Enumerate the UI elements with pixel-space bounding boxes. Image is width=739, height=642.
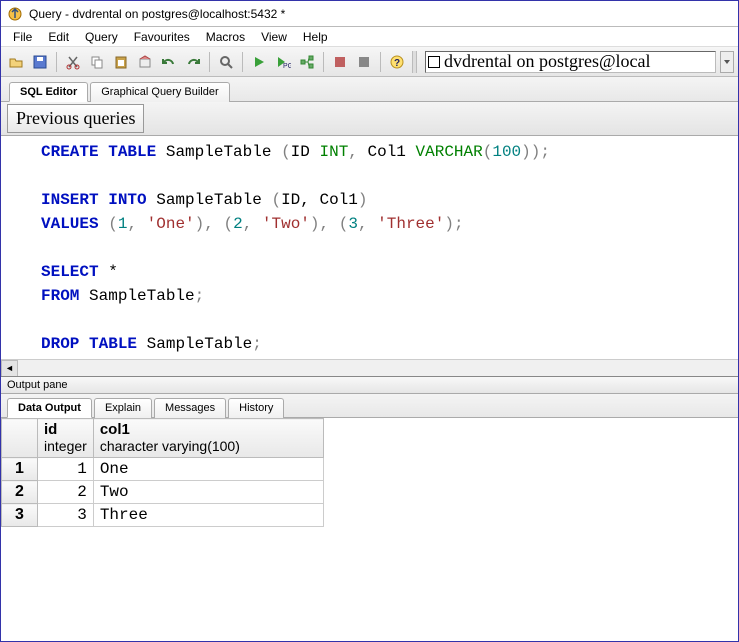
table-row[interactable]: 3 3 Three [2, 504, 324, 527]
corner-header[interactable] [2, 419, 38, 458]
scroll-left-icon[interactable]: ◄ [1, 360, 18, 377]
previous-queries-bar: Previous queries [1, 102, 738, 136]
output-pane-label: Output pane [1, 376, 738, 394]
editor-horizontal-scrollbar[interactable]: ◄ [1, 359, 738, 376]
menu-favourites[interactable]: Favourites [126, 28, 198, 46]
stop-icon[interactable] [353, 51, 375, 73]
help-icon[interactable]: ? [386, 51, 408, 73]
find-icon[interactable] [215, 51, 237, 73]
connection-label: dvdrental on postgres@local [444, 51, 651, 72]
previous-queries-button[interactable]: Previous queries [7, 104, 144, 133]
tab-sql-editor[interactable]: SQL Editor [9, 82, 88, 102]
tab-history[interactable]: History [228, 398, 284, 418]
column-header-id[interactable]: id integer [38, 419, 94, 458]
menu-view[interactable]: View [253, 28, 295, 46]
cell-id[interactable]: 2 [38, 481, 94, 504]
column-header-col1[interactable]: col1 character varying(100) [93, 419, 323, 458]
explain-icon[interactable] [296, 51, 318, 73]
titlebar: Query - dvdrental on postgres@localhost:… [1, 1, 738, 27]
menu-query[interactable]: Query [77, 28, 126, 46]
toolbar-separator [323, 52, 324, 72]
open-icon[interactable] [5, 51, 27, 73]
cell-col1[interactable]: Two [93, 481, 323, 504]
result-table: id integer col1 character varying(100) 1… [1, 418, 324, 527]
menu-edit[interactable]: Edit [40, 28, 77, 46]
toolbar: PG ? dvdrental on postgres@local [1, 47, 738, 77]
menu-file[interactable]: File [5, 28, 40, 46]
sql-editor[interactable]: CREATE TABLE SampleTable (ID INT, Col1 V… [1, 136, 738, 359]
menu-help[interactable]: Help [295, 28, 336, 46]
save-icon[interactable] [29, 51, 51, 73]
window-title: Query - dvdrental on postgres@localhost:… [29, 7, 285, 21]
tab-messages[interactable]: Messages [154, 398, 226, 418]
menubar: File Edit Query Favourites Macros View H… [1, 27, 738, 47]
app-icon [7, 6, 23, 22]
row-number[interactable]: 3 [2, 504, 38, 527]
sql-code[interactable]: CREATE TABLE SampleTable (ID INT, Col1 V… [1, 136, 738, 359]
query-window: Query - dvdrental on postgres@localhost:… [0, 0, 739, 642]
result-grid[interactable]: id integer col1 character varying(100) 1… [1, 418, 738, 641]
svg-text:PG: PG [283, 63, 291, 70]
toolbar-separator [380, 52, 381, 72]
tab-graphical-query-builder[interactable]: Graphical Query Builder [90, 82, 229, 102]
cell-col1[interactable]: One [93, 458, 323, 481]
cut-icon[interactable] [62, 51, 84, 73]
output-tabs: Data Output Explain Messages History [1, 394, 738, 418]
svg-text:?: ? [394, 58, 400, 69]
cancel-icon[interactable] [329, 51, 351, 73]
table-row[interactable]: 2 2 Two [2, 481, 324, 504]
cell-id[interactable]: 1 [38, 458, 94, 481]
toolbar-separator [242, 52, 243, 72]
toolbar-grip [412, 51, 417, 73]
execute-pgscript-icon[interactable]: PG [272, 51, 294, 73]
toolbar-separator [56, 52, 57, 72]
toolbar-separator [209, 52, 210, 72]
table-row[interactable]: 1 1 One [2, 458, 324, 481]
cell-id[interactable]: 3 [38, 504, 94, 527]
undo-icon[interactable] [158, 51, 180, 73]
connection-dropdown-icon[interactable] [720, 51, 734, 73]
tab-data-output[interactable]: Data Output [7, 398, 92, 418]
clear-icon[interactable] [134, 51, 156, 73]
tab-explain[interactable]: Explain [94, 398, 152, 418]
row-number[interactable]: 1 [2, 458, 38, 481]
copy-icon[interactable] [86, 51, 108, 73]
menu-macros[interactable]: Macros [198, 28, 253, 46]
cell-col1[interactable]: Three [93, 504, 323, 527]
row-number[interactable]: 2 [2, 481, 38, 504]
execute-icon[interactable] [248, 51, 270, 73]
editor-tabs: SQL Editor Graphical Query Builder [1, 77, 738, 102]
paste-icon[interactable] [110, 51, 132, 73]
db-box-icon [428, 56, 440, 68]
connection-selector[interactable]: dvdrental on postgres@local [425, 51, 716, 73]
redo-icon[interactable] [182, 51, 204, 73]
